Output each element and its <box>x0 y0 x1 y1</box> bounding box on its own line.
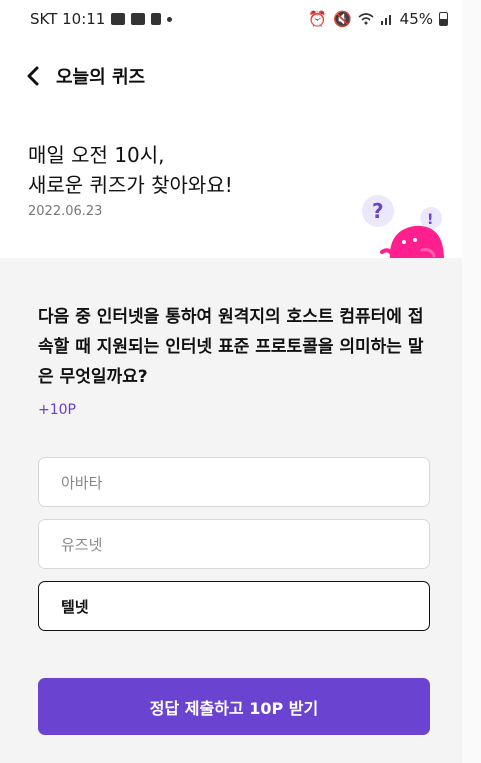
page-title: 오늘의 퀴즈 <box>56 67 146 88</box>
quiz-date: 2022.06.23 <box>28 204 103 219</box>
mascot-exclamation: ! <box>427 212 433 228</box>
quiz-question: 다음 중 인터넷을 통하여 원격지의 호스트 컴퓨터에 접속할 때 지원되는 인… <box>38 307 424 387</box>
option-3-selected[interactable]: 텔넷 <box>38 581 430 631</box>
edit-icon <box>151 13 162 25</box>
mascot-illustration: ? ! <box>362 195 444 260</box>
hero-headline: 매일 오전 10시, 새로운 퀴즈가 찾아와요! <box>28 143 233 197</box>
option-2[interactable]: 유즈넷 <box>38 519 430 569</box>
points-reward: +10P <box>38 402 76 418</box>
option-1[interactable]: 아바타 <box>38 457 430 507</box>
gallery-icon <box>111 13 126 25</box>
no-photo-icon <box>131 13 146 25</box>
submit-answer-button[interactable]: 정답 제출하고 10P 받기 <box>38 678 430 735</box>
battery-icon <box>439 12 448 26</box>
mascot-question-mark: ? <box>372 199 384 223</box>
chevron-left-icon[interactable] <box>22 62 46 90</box>
quiz-section: 다음 중 인터넷을 통하여 원격지의 호스트 컴퓨터에 접속할 때 지원되는 인… <box>0 258 462 763</box>
battery-percent: 45% <box>399 10 433 28</box>
dot-icon <box>167 16 173 22</box>
status-bar: SKT 10:11 ⏰ 🔇 45% <box>0 0 462 40</box>
signal-icon <box>380 15 391 25</box>
app-header: 오늘의 퀴즈 <box>0 48 462 104</box>
wifi-icon <box>358 13 374 25</box>
right-edge-strip <box>462 0 481 763</box>
alarm-icon: ⏰ <box>308 10 327 28</box>
mute-icon: 🔇 <box>332 10 352 28</box>
carrier-time: SKT 10:11 <box>30 10 106 28</box>
